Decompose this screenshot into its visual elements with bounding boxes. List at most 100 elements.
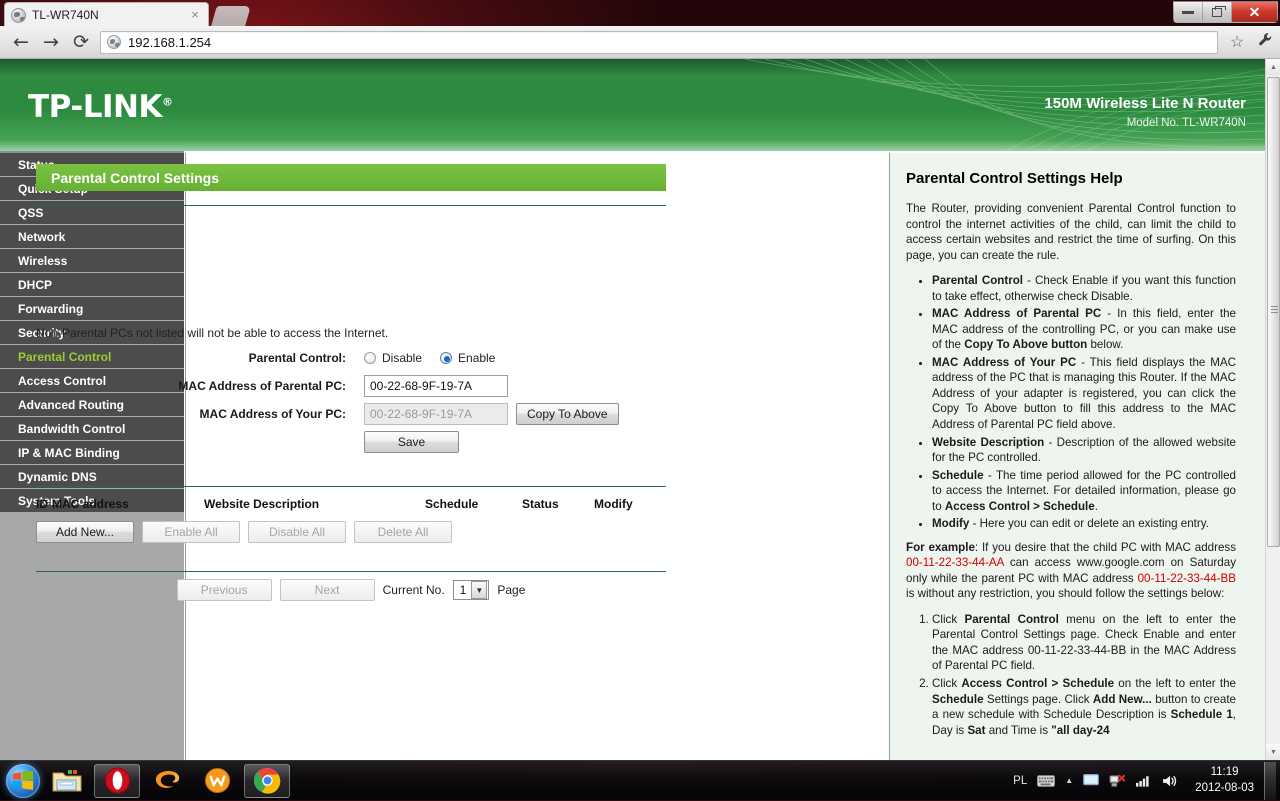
tp-link-logo: TP-LINK® xyxy=(28,89,173,125)
sidebar-item-label: Dynamic DNS xyxy=(18,469,97,484)
table-actions: Add New... Enable All Disable All Delete… xyxy=(36,521,452,543)
sidebar-item-network[interactable]: Network xyxy=(0,225,184,249)
help-intro: The Router, providing convenient Parenta… xyxy=(906,202,1236,262)
help-example-mac-child: 00-11-22-33-44-AA xyxy=(906,556,1004,570)
browser-tab[interactable]: TL-WR740N × xyxy=(4,2,209,27)
page-select[interactable]: 1 ▼ xyxy=(452,580,490,600)
network-icon[interactable] xyxy=(1109,773,1126,788)
sidebar-item-forwarding[interactable]: Forwarding xyxy=(0,297,184,321)
col-header-id: ID xyxy=(36,497,48,511)
col-header-status: Status xyxy=(522,497,559,511)
help-example-label: For example xyxy=(906,540,975,554)
radio-disable-indicator xyxy=(364,352,376,364)
help-bullet-term: Modify xyxy=(932,517,970,531)
address-bar[interactable]: 192.168.1.254 xyxy=(100,30,1218,54)
taskbar-item-explorer[interactable] xyxy=(44,764,90,798)
clock-time: 11:19 xyxy=(1210,765,1239,778)
mac-parental-input[interactable]: 00-22-68-9F-19-7A xyxy=(364,375,508,397)
show-desktop-button[interactable] xyxy=(1264,761,1276,800)
minimize-button[interactable] xyxy=(1174,2,1203,22)
sidebar-item-wireless[interactable]: Wireless xyxy=(0,249,184,273)
rules-table-header: ID MAC address Website Description Sched… xyxy=(36,497,666,515)
page-scrollbar[interactable]: ▲ ▼ xyxy=(1265,59,1280,760)
folder-explorer-icon xyxy=(52,769,82,791)
help-step-emphasis: Access Control > Schedule xyxy=(961,676,1115,690)
globe-favicon-icon xyxy=(11,7,26,23)
taskbar-item-gadu[interactable] xyxy=(144,764,190,798)
show-hidden-icons-arrow[interactable]: ▲ xyxy=(1065,776,1073,785)
help-bullet-item: Website Description - Description of the… xyxy=(932,435,1236,466)
wrench-menu-icon[interactable] xyxy=(1250,32,1280,52)
taskbar-item-winamp[interactable] xyxy=(194,764,240,798)
divider-bottom xyxy=(36,571,666,572)
scrollbar-grip xyxy=(1271,306,1278,313)
previous-button[interactable]: Previous xyxy=(176,579,272,601)
bookmark-star-icon[interactable]: ☆ xyxy=(1224,32,1250,52)
col-header-mac: MAC address xyxy=(52,497,129,511)
help-step-emphasis: Parental Control xyxy=(964,612,1059,626)
taskbar-item-opera[interactable] xyxy=(94,763,140,798)
help-step-list: Click Parental Control menu on the left … xyxy=(906,612,1236,738)
page-label: Page xyxy=(497,583,526,597)
radio-enable[interactable]: Enable xyxy=(440,351,495,365)
new-tab-button[interactable] xyxy=(211,6,251,26)
router-model-number: Model No. TL-WR740N xyxy=(1126,117,1246,129)
restore-button[interactable] xyxy=(1203,2,1232,22)
help-bullet-term: Parental Control xyxy=(932,274,1024,288)
router-header-banner: TP-LINK® 150M Wireless Lite N Router Mod… xyxy=(0,59,1265,151)
browser-window: TL-WR740N × ✕ ← → ⟳ 192.168.1.254 ☆ TP-L… xyxy=(0,0,1280,760)
help-bullet-emphasis: Copy To Above button xyxy=(964,338,1088,352)
keyboard-icon[interactable] xyxy=(1037,774,1056,787)
mac-your-input: 00-22-68-9F-19-7A xyxy=(364,403,508,425)
save-button[interactable]: Save xyxy=(364,431,459,453)
add-new-button[interactable]: Add New... xyxy=(36,521,134,543)
language-indicator[interactable]: PL xyxy=(1013,775,1027,787)
help-step-item: Click Access Control > Schedule on the l… xyxy=(932,676,1236,738)
help-bullet-list: Parental Control - Check Enable if you w… xyxy=(906,273,1236,532)
system-tray: PL ▲ 11:19 2012-08-03 xyxy=(1008,761,1280,801)
help-step-emphasis: Schedule 1 xyxy=(1170,708,1233,722)
scroll-down-arrow-icon[interactable]: ▼ xyxy=(1266,744,1280,760)
help-bullet-item: Modify - Here you can edit or delete an … xyxy=(932,516,1236,532)
disable-all-button[interactable]: Disable All xyxy=(248,521,346,543)
help-bullet-term: MAC Address of Parental PC xyxy=(932,307,1102,321)
next-button[interactable]: Next xyxy=(279,579,375,601)
radio-enable-label: Enable xyxy=(458,351,496,365)
router-admin-page: TP-LINK® 150M Wireless Lite N Router Mod… xyxy=(0,59,1265,760)
gadu-gadu-icon xyxy=(155,770,179,788)
monitor-icon[interactable] xyxy=(1083,773,1100,788)
back-icon[interactable]: ← xyxy=(6,28,36,56)
reload-icon[interactable]: ⟳ xyxy=(66,28,96,56)
help-title: Parental Control Settings Help xyxy=(906,170,1123,187)
delete-all-button[interactable]: Delete All xyxy=(354,521,452,543)
windows-logo-icon xyxy=(13,770,33,790)
enable-all-button[interactable]: Enable All xyxy=(142,521,240,543)
clock-date: 2012-08-03 xyxy=(1195,781,1254,794)
parental-control-label: Parental Control: xyxy=(248,351,346,365)
clock[interactable]: 11:19 2012-08-03 xyxy=(1195,765,1254,796)
forward-icon[interactable]: → xyxy=(36,28,66,56)
volume-icon[interactable] xyxy=(1162,774,1180,788)
mac-your-row: MAC Address of Your PC: 00-22-68-9F-19-7… xyxy=(36,403,666,425)
save-row: Save xyxy=(36,431,666,453)
sidebar-item-dhcp[interactable]: DHCP xyxy=(0,273,184,297)
help-bullet-item: Parental Control - Check Enable if you w… xyxy=(932,273,1236,304)
scroll-up-arrow-icon[interactable]: ▲ xyxy=(1266,59,1280,75)
col-header-modify: Modify xyxy=(594,497,633,511)
sidebar-item-label: QSS xyxy=(18,205,44,220)
help-content: Parental Control Settings Help The Route… xyxy=(890,153,1250,760)
copy-to-above-button[interactable]: Copy To Above xyxy=(516,403,619,425)
form-note: Non-Parental PCs not listed will not be … xyxy=(36,326,389,340)
help-step-emphasis: Add New... xyxy=(1092,692,1152,706)
close-button[interactable]: ✕ xyxy=(1232,2,1277,22)
help-bullet-emphasis: Access Control > Schedule xyxy=(944,499,1095,513)
signal-icon[interactable] xyxy=(1136,774,1152,787)
tab-close-icon[interactable]: × xyxy=(188,8,202,22)
taskbar-item-chrome[interactable] xyxy=(244,763,290,798)
main-navigation-sidebar: StatusQuick SetupQSSNetworkWirelessDHCPF… xyxy=(0,151,184,760)
help-bullet-term: Website Description xyxy=(932,435,1045,449)
start-button[interactable] xyxy=(6,763,40,798)
radio-disable[interactable]: Disable xyxy=(364,351,422,365)
radio-enable-indicator xyxy=(440,352,453,364)
scrollbar-thumb[interactable] xyxy=(1267,77,1280,547)
